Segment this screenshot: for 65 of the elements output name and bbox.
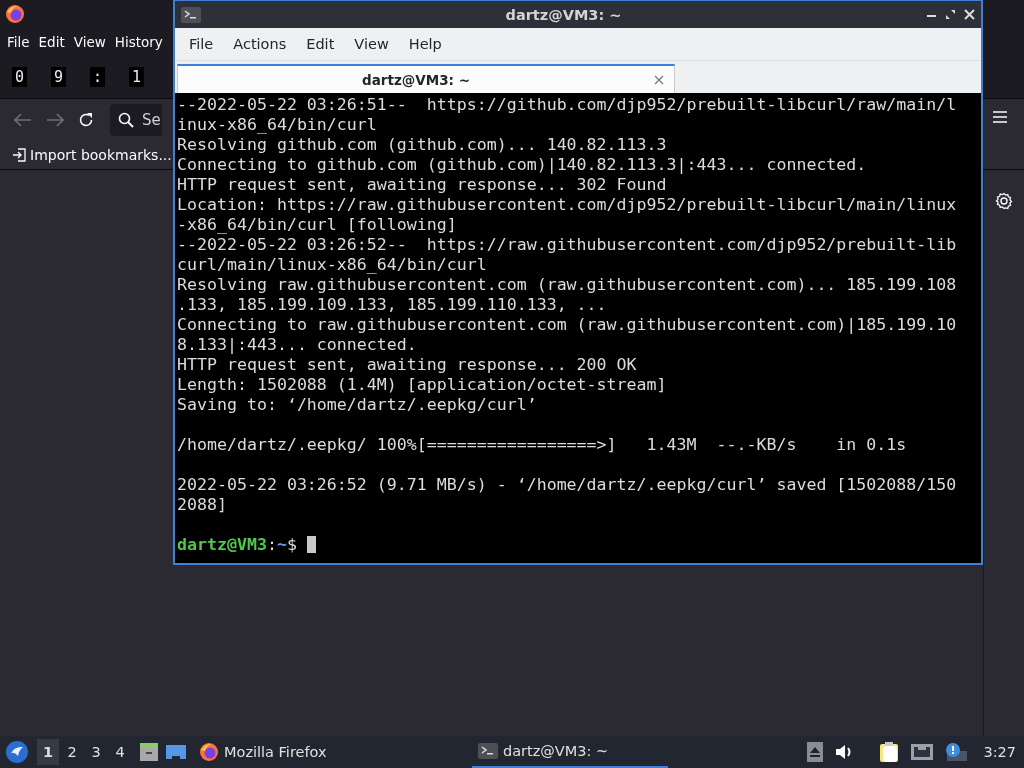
desktop-switcher[interactable]: 4 [109, 739, 131, 765]
reload-icon[interactable] [78, 112, 94, 128]
desktop-icon[interactable] [165, 743, 187, 761]
bookmark-item[interactable]: Import bookmarks... [12, 147, 172, 163]
taskbar-button[interactable]: dartz@VM3: ~ [472, 736, 668, 768]
close-icon[interactable] [654, 74, 664, 85]
output-line: .133, 185.199.109.133, 185.199.110.133, ... [177, 295, 608, 315]
output-line: 2088] [177, 495, 228, 515]
clock-digit: 1 [129, 67, 145, 87]
terminal-icon [181, 6, 201, 23]
output-line: HTTP request sent, awaiting response... 200 OK [177, 355, 638, 375]
output-line: Saving to: ‘/home/dartz/.eepkg/curl’ [177, 395, 538, 415]
window-title: dartz@VM3: ~ [504, 6, 623, 23]
menu-item[interactable]: History [114, 34, 163, 50]
output-line: -x86_64/bin/curl [following] [177, 215, 458, 235]
firefox-icon [199, 742, 219, 762]
clock-digit: : [90, 67, 106, 87]
menu-item[interactable]: File [179, 36, 224, 52]
desktop-switcher[interactable]: 3 [85, 739, 107, 765]
settings-icon[interactable] [995, 192, 1013, 210]
desktop-switcher[interactable]: 2 [61, 739, 83, 765]
notification-icon[interactable] [945, 743, 968, 761]
forward-icon[interactable] [46, 113, 64, 127]
output-line: Connecting to raw.githubusercontent.com (raw.githubusercontent.com)|185.199.10 [177, 315, 958, 335]
clock-digit: 0 [12, 67, 28, 87]
search-icon [118, 112, 134, 128]
terminal-icon [478, 743, 498, 759]
maximize-icon[interactable] [945, 9, 956, 20]
output-line: 2022-05-22 03:26:52 (9.71 MB/s) - ‘/home/dartz/.eepkg/curl’ saved [1502088/150 [177, 475, 958, 495]
output-line: curl/main/linux-x86_64/bin/curl [177, 255, 488, 275]
menu-item[interactable]: Edit [38, 34, 65, 50]
output-line: /home/dartz/.eepkg/ 100%[=================>] 1.43M --.-KB/s in 0.1s [177, 435, 908, 455]
clock: 3:27 [983, 744, 1016, 760]
output-line: Resolving raw.githubusercontent.com (raw.githubusercontent.com)... 185.199.108 [177, 275, 958, 295]
search-field[interactable]: Se [110, 104, 162, 136]
output-line: --2022-05-22 03:26:52-- https://raw.githubusercontent.com/djp952/prebuilt-lib [177, 235, 958, 255]
menu-item[interactable]: Actions [223, 36, 297, 52]
output-line: HTTP request sent, awaiting response... 302 Found [177, 175, 668, 195]
output-line: --2022-05-22 03:26:51-- https://github.com/djp952/prebuilt-libcurl/raw/main/l [177, 95, 958, 115]
menu-icon[interactable] [993, 111, 1007, 123]
clipboard-icon[interactable] [879, 741, 900, 763]
desktop-switcher[interactable]: 1 [37, 739, 59, 765]
taskbar-button[interactable]: Mozilla Firefox [193, 736, 333, 768]
back-icon[interactable] [14, 113, 32, 127]
output-line: Location: https://raw.githubusercontent.com/djp952/prebuilt-libcurl/main/linux [177, 195, 958, 215]
eject-icon[interactable] [807, 742, 824, 762]
output-line: Length: 1502088 (1.4M) [application/octet-stream] [177, 375, 668, 395]
menu-item[interactable]: File [7, 34, 30, 50]
file-cabinet-icon[interactable] [139, 742, 159, 762]
firefox-icon [5, 4, 25, 24]
menu-item[interactable]: View [73, 34, 106, 50]
prompt: dartz@VM3:~$ [177, 535, 981, 555]
output-line: 8.133|:443... connected. [177, 335, 418, 355]
menu-item[interactable]: Edit [296, 36, 345, 52]
cursor [306, 536, 316, 553]
terminal-tab[interactable]: dartz@VM3: ~ [177, 64, 675, 93]
network-icon[interactable] [911, 744, 934, 760]
output-line: Resolving github.com (github.com)... 140.82.113.3 [177, 135, 668, 155]
start-menu-icon[interactable] [5, 740, 29, 764]
menu-item[interactable]: View [344, 36, 399, 52]
menu-item[interactable]: Help [398, 36, 452, 52]
import-icon [12, 148, 26, 162]
clock-digit: 9 [51, 67, 67, 87]
output-line: inux-x86_64/bin/curl [177, 115, 378, 135]
output-line: Connecting to github.com (github.com)|140.82.113.3|:443... connected. [177, 155, 868, 175]
